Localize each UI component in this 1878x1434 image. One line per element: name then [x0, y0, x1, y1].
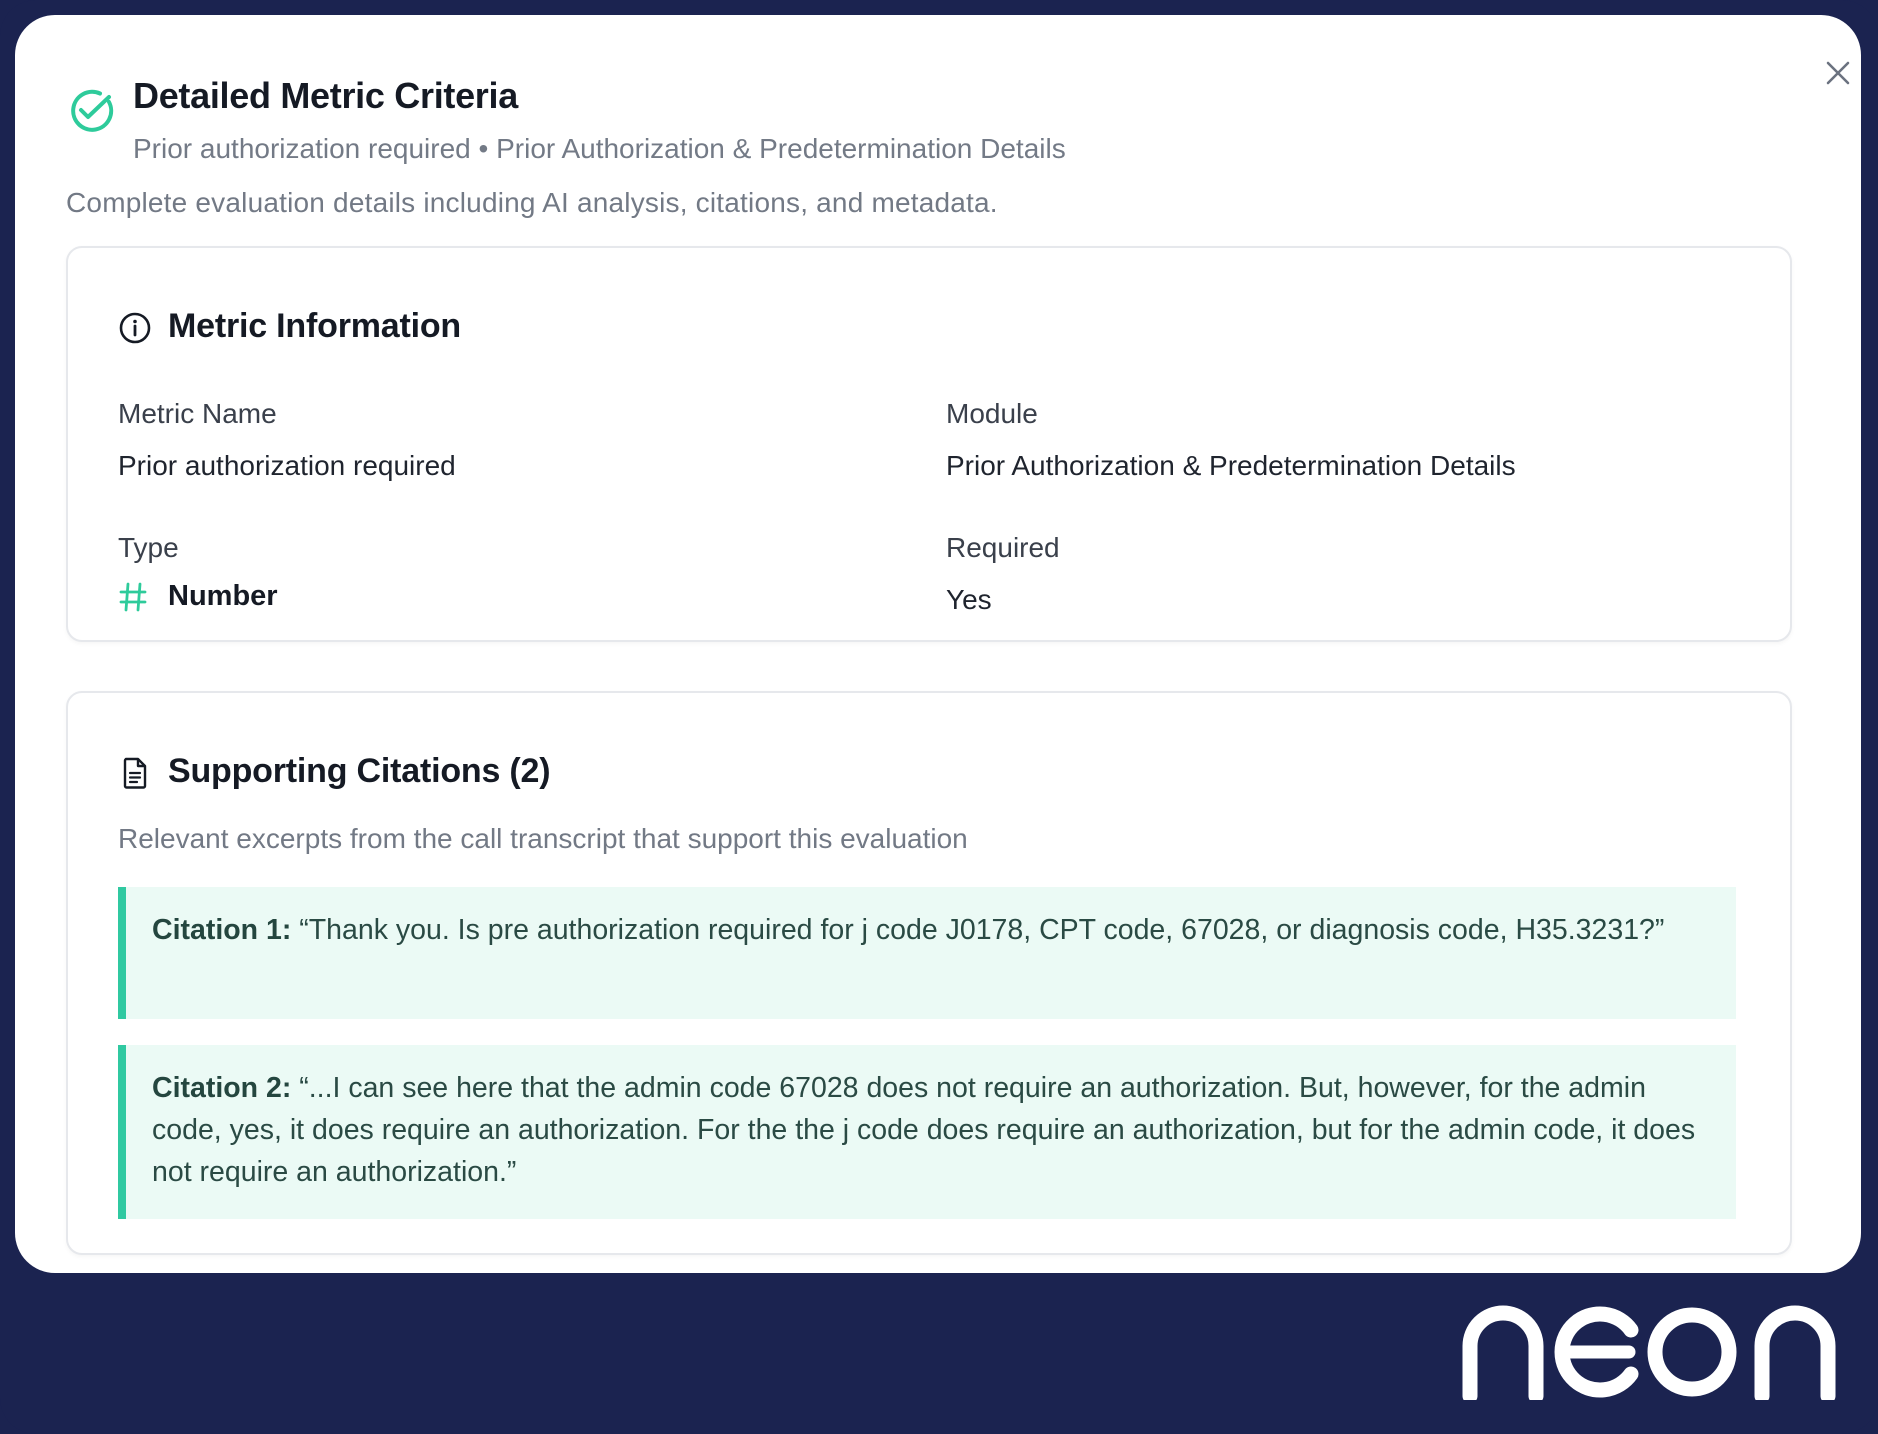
type-label: Type [118, 532, 179, 563]
dialog-title: Detailed Metric Criteria [133, 75, 518, 116]
neon-logo [1462, 1305, 1836, 1400]
type-value-text: Number [168, 580, 278, 612]
info-icon [119, 312, 151, 344]
module-value: Prior Authorization & Predetermination D… [946, 450, 1516, 481]
supporting-citations-title: Supporting Citations (2) [168, 752, 551, 790]
citation-label: Citation 1: [152, 914, 292, 946]
metric-criteria-dialog: Detailed Metric Criteria Prior authoriza… [15, 15, 1861, 1273]
frame: Detailed Metric Criteria Prior authoriza… [0, 0, 1878, 1434]
citation-text: “Thank you. Is pre authorization require… [299, 914, 1665, 946]
dialog-subtitle: Prior authorization required • Prior Aut… [133, 133, 1066, 164]
module-label: Module [946, 398, 1038, 429]
metric-name-label: Metric Name [118, 398, 277, 429]
check-circle-icon [71, 89, 114, 132]
required-label: Required [946, 532, 1060, 563]
citation-item: Citation 2: “...I can see here that the … [118, 1045, 1736, 1219]
metric-information-title: Metric Information [168, 307, 461, 345]
type-value: Number [118, 580, 278, 613]
close-icon [1826, 61, 1850, 85]
metric-information-card: Metric Information Metric Name Prior aut… [66, 246, 1792, 642]
supporting-citations-card: Supporting Citations (2) Relevant excerp… [66, 691, 1792, 1255]
citation-text: “...I can see here that the admin code 6… [152, 1072, 1696, 1188]
citation-item: Citation 1: “Thank you. Is pre authoriza… [118, 887, 1736, 1019]
citation-label: Citation 2: [152, 1072, 292, 1104]
document-icon [123, 757, 147, 789]
hash-icon [119, 582, 147, 611]
supporting-citations-description: Relevant excerpts from the call transcri… [118, 823, 968, 854]
required-value: Yes [946, 584, 992, 615]
close-button[interactable] [1820, 55, 1856, 91]
metric-name-value: Prior authorization required [118, 450, 456, 481]
dialog-description: Complete evaluation details including AI… [66, 187, 998, 218]
